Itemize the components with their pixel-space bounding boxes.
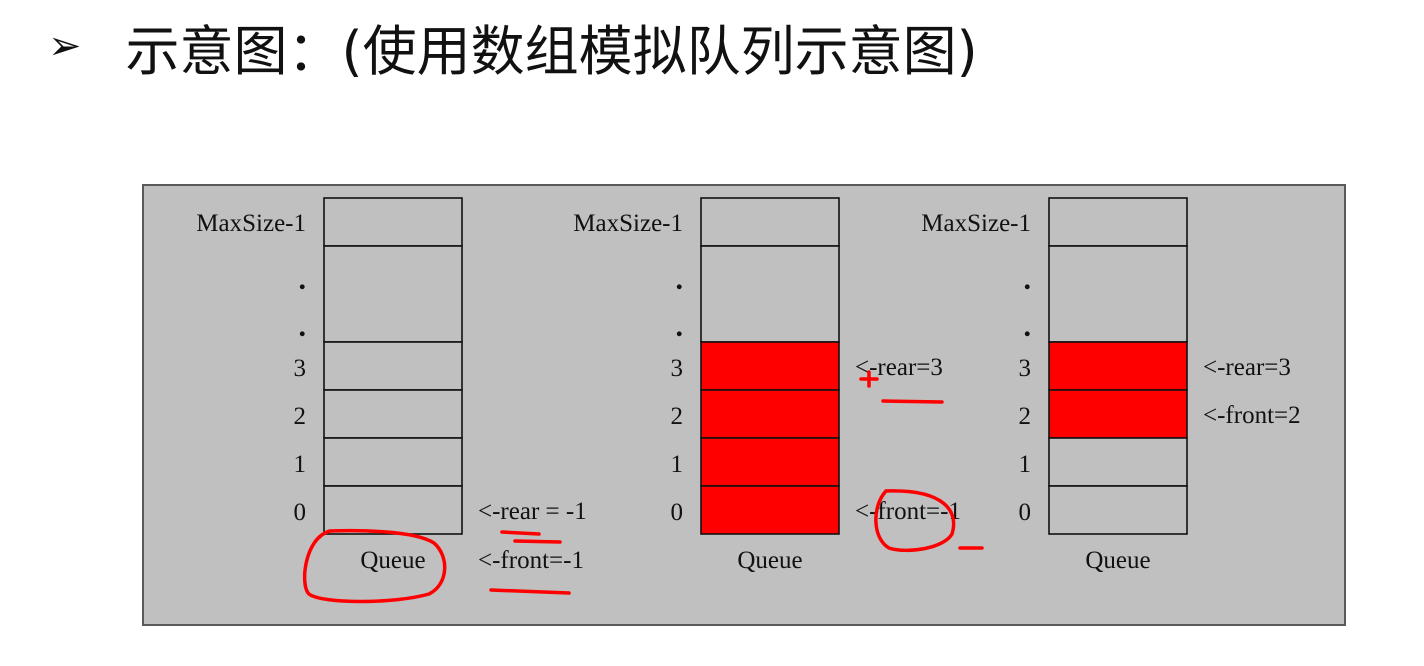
row-index-label: 1 [671,451,684,478]
queue-cell-filled [700,389,840,439]
front-pointer-label: <-front=2 [1203,402,1301,429]
hand-drawn-underline [881,399,944,404]
ellipsis-dot: . [1024,310,1032,343]
queue-cell-empty [1048,437,1188,487]
row-index-label: 2 [671,403,684,430]
arrow-bullet-icon: ➢ [48,23,82,69]
queue-caption: Queue [1085,547,1150,574]
ellipsis-dot: . [676,310,684,343]
queue-caption: Queue [360,547,425,574]
hand-drawn-underline [500,530,541,536]
row-index-label: 2 [1019,403,1032,430]
queue-cell-empty [323,389,463,439]
rear-pointer-label: <-rear=3 [1203,354,1291,381]
queue-cell-filled [700,437,840,487]
row-index-label: 3 [294,355,307,382]
queue-cell-empty [323,437,463,487]
queue-cell-empty [323,485,463,535]
queue-cell-empty [323,341,463,391]
ellipsis-dot: . [676,263,684,296]
queue-cell-filled [1048,389,1188,439]
queue-cell-empty [1048,197,1188,247]
queue-cell-empty [323,245,463,343]
row-index-label: 3 [671,355,684,382]
queue-cell-empty [1048,245,1188,343]
row-index-label: 2 [294,403,307,430]
queue-cell-filled [1048,341,1188,391]
ellipsis-dot: . [299,263,307,296]
queue-cell-filled [700,341,840,391]
row-index-label: 0 [1019,499,1032,526]
queue-cell-filled [700,485,840,535]
row-index-label: 1 [1019,451,1032,478]
queue-cell-empty [700,197,840,247]
ellipsis-dot: . [299,310,307,343]
row-index-label: MaxSize-1 [196,210,306,237]
ellipsis-dot: . [1024,263,1032,296]
title-text: 示意图：(使用数组模拟队列示意图) [125,19,978,83]
queue-diagram-panel: MaxSize-1.. 3 2 1 0 Queue <-rear = -1 <-front=-… [142,184,1346,626]
queue-diagram: MaxSize-1.. 3 2 1 0 Queue <-rear = -1 <-front=-… [196,197,1301,604]
queue-cell-empty [323,197,463,247]
queue-cell-empty [700,245,840,343]
row-index-label: 3 [1019,355,1032,382]
queue-caption: Queue [737,547,802,574]
front-pointer-label: <-front=-1 [478,547,584,574]
row-index-label: 0 [294,499,307,526]
page-title: ➢ 示意图：(使用数组模拟队列示意图) [48,6,978,86]
row-index-label: MaxSize-1 [573,210,683,237]
hand-drawn-underline [513,539,562,544]
row-index-label: 0 [671,499,684,526]
row-index-label: MaxSize-1 [921,210,1031,237]
row-index-label: 1 [294,451,307,478]
front-pointer-label: <-front=-1 [855,498,961,525]
rear-pointer-label: <-rear = -1 [478,498,587,525]
queue-cell-empty [1048,485,1188,535]
hand-drawn-underline [489,588,571,595]
